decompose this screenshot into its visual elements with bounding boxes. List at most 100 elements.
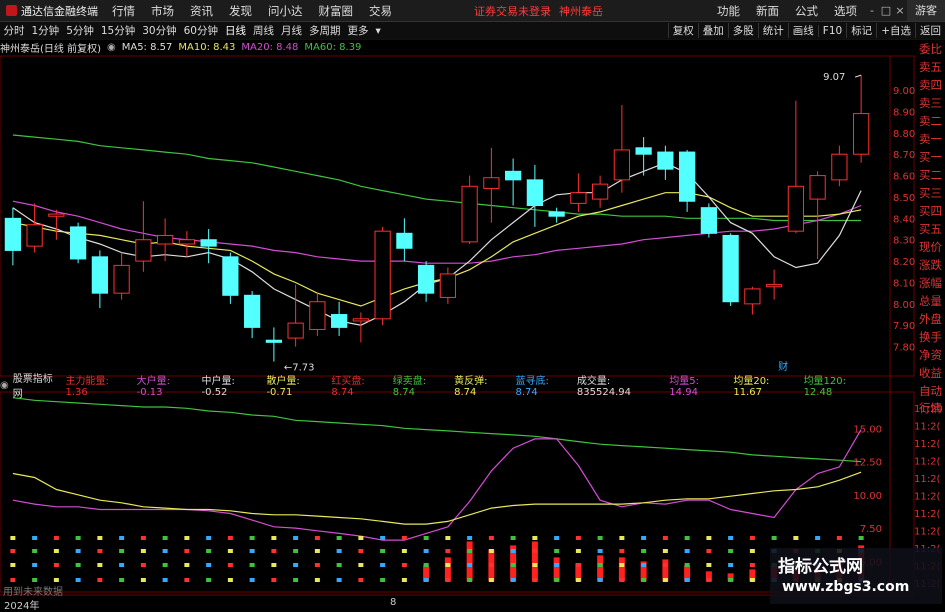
side-price[interactable]: 现价 bbox=[919, 238, 942, 256]
side-net-assets[interactable]: 净资 bbox=[919, 346, 942, 364]
candle-body-down bbox=[70, 226, 87, 260]
side-change-pct[interactable]: 涨幅 bbox=[919, 274, 942, 292]
candle-body-up bbox=[809, 175, 826, 200]
avg5-line bbox=[12, 429, 862, 541]
signal-dot bbox=[684, 549, 690, 553]
signal-dot bbox=[206, 536, 212, 540]
signal-dot bbox=[619, 549, 625, 553]
signal-dot bbox=[684, 536, 690, 540]
candle-body-down bbox=[244, 294, 261, 328]
signal-dot bbox=[249, 563, 255, 567]
time-tick-label: 11:2( bbox=[914, 422, 940, 433]
signal-dot bbox=[162, 578, 168, 582]
side-sell3[interactable]: 卖三 bbox=[919, 94, 942, 112]
signal-dot bbox=[380, 563, 386, 567]
signal-dot bbox=[445, 578, 451, 582]
signal-dot bbox=[749, 536, 755, 540]
side-buy4[interactable]: 买四 bbox=[919, 202, 942, 220]
side-quote[interactable]: 行情 bbox=[919, 400, 942, 417]
signal-dot bbox=[510, 549, 516, 553]
signal-dot bbox=[401, 536, 407, 540]
signal-dot bbox=[293, 578, 299, 582]
signal-dot bbox=[140, 578, 146, 582]
signal-dot bbox=[162, 536, 168, 540]
signal-dot bbox=[532, 578, 538, 582]
side-buy2[interactable]: 买二 bbox=[919, 166, 942, 184]
side-buy5[interactable]: 买五 bbox=[919, 220, 942, 238]
signal-dot bbox=[597, 549, 603, 553]
signal-dot bbox=[423, 578, 429, 582]
candle-body-up bbox=[135, 239, 152, 262]
signal-dot bbox=[97, 563, 103, 567]
signal-dot bbox=[749, 563, 755, 567]
side-sell5[interactable]: 卖五 bbox=[919, 58, 942, 76]
chart-canvas[interactable]: 9.00 8.90 8.80 8.70 8.60 8.50 8.40 8.30 8.20 8.10… bbox=[0, 0, 945, 609]
side-earnings[interactable]: 收益 bbox=[919, 364, 942, 382]
side-auto[interactable]: 自动 bbox=[919, 383, 942, 400]
side-sell1[interactable]: 卖一 bbox=[919, 130, 942, 148]
signal-dot bbox=[271, 536, 277, 540]
signal-dot bbox=[488, 549, 494, 553]
signal-dot bbox=[706, 536, 712, 540]
ma60-line bbox=[12, 134, 862, 222]
signal-dot bbox=[119, 578, 125, 582]
candle-body-down bbox=[635, 147, 652, 155]
signal-dot bbox=[336, 549, 342, 553]
signal-dot bbox=[728, 536, 734, 540]
price-tick-label: 8.00 bbox=[893, 300, 915, 311]
signal-dot bbox=[32, 578, 38, 582]
candle-body-up bbox=[157, 234, 174, 245]
signal-dot bbox=[467, 536, 473, 540]
signal-dot bbox=[380, 536, 386, 540]
signal-dot bbox=[97, 536, 103, 540]
signal-dot bbox=[53, 563, 59, 567]
signal-dot bbox=[358, 563, 364, 567]
signal-dot bbox=[293, 536, 299, 540]
time-tick-label: 11:2( bbox=[914, 509, 940, 520]
side-weibi[interactable]: 委比 bbox=[919, 40, 942, 58]
signal-dot bbox=[706, 578, 712, 582]
ind-green-sell: 绿卖盘: 8.74 bbox=[392, 376, 427, 398]
time-tick-label: 11:2( bbox=[914, 492, 940, 503]
signal-dot bbox=[488, 536, 494, 540]
candle-body-down bbox=[679, 151, 696, 202]
signal-dot bbox=[184, 536, 190, 540]
signal-dot bbox=[619, 563, 625, 567]
signal-dot bbox=[532, 536, 538, 540]
candle-body-up bbox=[744, 288, 761, 305]
volume-tick-label: 10.00 bbox=[853, 491, 882, 502]
quote-side-panel: 委比 卖五 卖四 卖三 卖二 卖一 买一 买二 买三 买四 买五 现价 涨跌 涨… bbox=[916, 40, 945, 380]
side-outer[interactable]: 外盘 bbox=[919, 310, 942, 328]
side-buy3[interactable]: 买三 bbox=[919, 184, 942, 202]
signal-dot bbox=[249, 578, 255, 582]
signal-dot bbox=[32, 536, 38, 540]
high-price-label: 9.07 bbox=[823, 72, 845, 83]
indicator-settings-icon[interactable]: ◉ bbox=[0, 380, 9, 391]
side-buy1[interactable]: 买一 bbox=[919, 148, 942, 166]
side-volume[interactable]: 总量 bbox=[919, 292, 942, 310]
signal-dot bbox=[336, 578, 342, 582]
signal-dot bbox=[336, 563, 342, 567]
side-change[interactable]: 涨跌 bbox=[919, 256, 942, 274]
main-force-bar bbox=[597, 555, 604, 582]
signal-dot bbox=[793, 536, 799, 540]
signal-dot bbox=[380, 549, 386, 553]
signal-dot bbox=[53, 549, 59, 553]
signal-dot bbox=[423, 536, 429, 540]
side-sell4[interactable]: 卖四 bbox=[919, 76, 942, 94]
candle-body-up bbox=[483, 177, 500, 189]
candle-body-down bbox=[331, 314, 348, 328]
side-turnover[interactable]: 换手 bbox=[919, 328, 942, 346]
candle-body-up bbox=[570, 192, 587, 204]
candle-body-up bbox=[853, 113, 870, 155]
signal-dot bbox=[532, 549, 538, 553]
signal-dot bbox=[401, 578, 407, 582]
ind-avg120: 均量120: 12.48 bbox=[803, 376, 847, 398]
signal-dot bbox=[249, 536, 255, 540]
side-sell2[interactable]: 卖二 bbox=[919, 112, 942, 130]
quote-side-panel-lower: 自动 行情 bbox=[916, 383, 945, 417]
signal-dot bbox=[597, 536, 603, 540]
ind-blue-bottom: 蓝寻底: 8.74 bbox=[515, 376, 549, 398]
candle-body-up bbox=[374, 230, 391, 320]
signal-dot bbox=[641, 536, 647, 540]
